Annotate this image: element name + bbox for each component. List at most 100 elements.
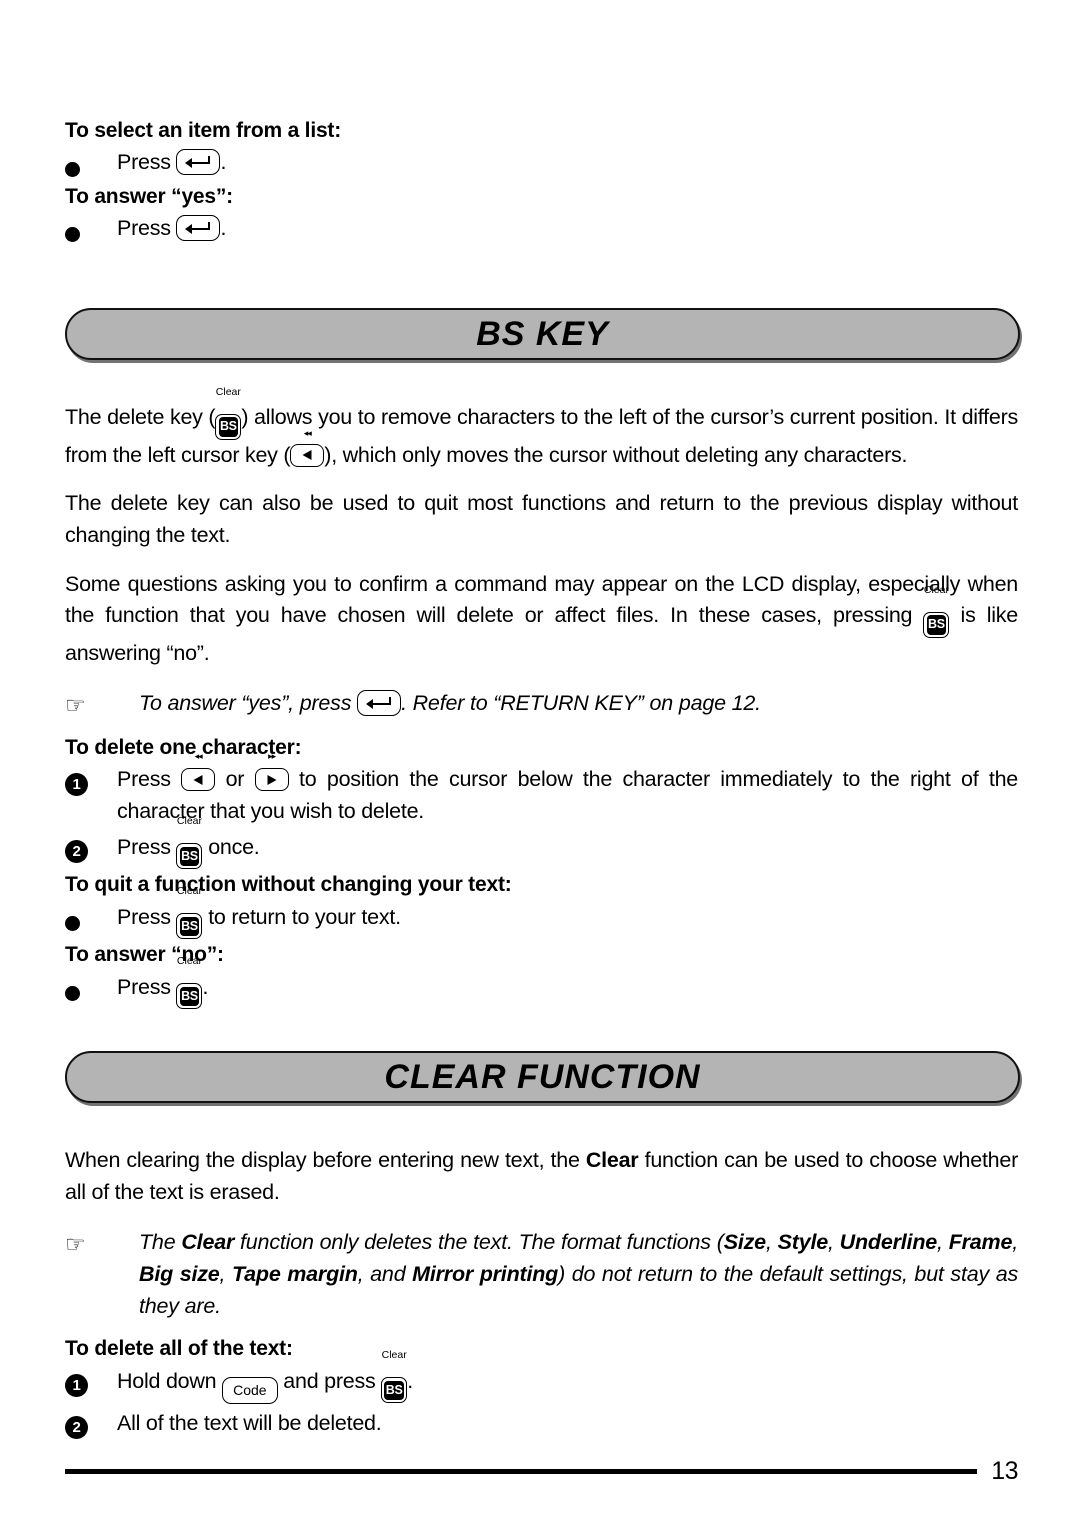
period: . [220, 215, 227, 240]
heading-select-item: To select an item from a list: [65, 119, 342, 142]
press-label: Press [117, 974, 171, 999]
footer-rule [65, 1469, 978, 1474]
paragraph-confirm-questions: Some questions asking you to confirm a c… [65, 569, 1018, 670]
step-number-badge: 2 [65, 840, 88, 864]
bullet-dot [65, 901, 117, 935]
manual-page: To select an item from a list: Press . T… [0, 0, 1080, 1534]
and-press-label: and press [283, 1368, 376, 1393]
bs-key-glyph: BS [218, 417, 239, 437]
left-cursor-key[interactable]: ◂◂ [181, 752, 216, 795]
left-triangle-icon [302, 450, 312, 461]
section-clear-function-body: When clearing the display before enterin… [65, 1145, 1018, 1440]
list-item-step-1: 1 Hold down Code and press Clear BS. [65, 1350, 1018, 1404]
term-style: Style [777, 1229, 829, 1254]
bs-key-cap-label: Clear [381, 1348, 407, 1361]
return-arrow-icon [185, 221, 211, 234]
bullet-item-select: Press . [65, 146, 1018, 180]
press-label: Press [117, 904, 171, 929]
press-label: Press [117, 767, 171, 792]
left-cursor-key-marks: ◂◂ [194, 751, 203, 762]
para-text-a: Some questions asking you to confirm a c… [65, 571, 1018, 628]
right-cursor-key[interactable]: ▸▸ [254, 752, 289, 795]
press-label: Press [117, 834, 171, 859]
bs-key[interactable]: Clear BS [176, 956, 203, 1010]
period: . [407, 1368, 413, 1393]
bs-key[interactable]: Clear BS [176, 816, 203, 870]
bs-key-glyph: BS [179, 846, 200, 867]
heading-delete-all-text: To delete all of the text: [65, 1337, 293, 1361]
left-cursor-key-cap [290, 443, 325, 467]
bs-key-cap: BS [923, 612, 950, 638]
note-text: The Clear function only deletes the text… [139, 1226, 1018, 1323]
step-number-badge: 2 [65, 1416, 88, 1440]
left-cursor-key[interactable]: ◂◂ [290, 428, 325, 472]
top-section: To select an item from a list: Press . T… [65, 118, 1018, 246]
clear-term: Clear [585, 1148, 639, 1173]
return-key[interactable] [176, 212, 221, 244]
return-key[interactable] [176, 146, 221, 178]
right-cursor-key-cap [254, 768, 289, 792]
note-t7: , [219, 1261, 232, 1286]
return-key-cap [176, 149, 221, 176]
section-banner-clear-function: CLEAR FUNCTION [65, 1051, 1020, 1104]
bs-key[interactable]: Clear BS [215, 387, 242, 440]
left-cursor-key-marks: ◂◂ [303, 427, 312, 438]
bs-key-cap-label: Clear [176, 954, 202, 967]
paragraph-quit-functions: The delete key can also be used to quit … [65, 491, 1018, 547]
return-key-cap [357, 689, 402, 716]
bullet-item-text: Press . [117, 146, 1018, 178]
bs-key-glyph: BS [179, 986, 200, 1007]
pointing-hand-icon: ☞ [65, 691, 86, 718]
note-t1: The [139, 1229, 182, 1254]
term-tape-margin: Tape margin [232, 1261, 358, 1286]
list-item-step-2: 2 All of the text will be deleted. [65, 1407, 1018, 1441]
press-label: Press [117, 150, 171, 175]
term-frame: Frame [948, 1229, 1013, 1254]
term-clear: Clear [181, 1229, 235, 1254]
bs-key-glyph: BS [926, 615, 947, 635]
step-text: Press ◂◂ or ▸▸ to position the cursor be… [117, 752, 1018, 828]
paragraph-clear-intro: When clearing the display before enterin… [65, 1145, 1018, 1208]
note-answer-yes: ☞ To answer “yes”, press . Refer to “RET… [65, 687, 1018, 721]
code-key[interactable]: Code [222, 1365, 278, 1404]
step-text: All of the text will be deleted. [117, 1410, 382, 1435]
page-footer: 13 [65, 1457, 1018, 1486]
bs-key[interactable]: Clear BS [176, 886, 203, 940]
hold-down-label: Hold down [117, 1368, 217, 1393]
bs-key-cap-label: Clear [215, 386, 241, 398]
bs-key-cap-label: Clear [176, 884, 202, 897]
heading-answer-no: To answer “no”: [65, 943, 224, 967]
bs-key-glyph: BS [384, 1380, 404, 1401]
press-label: Press [117, 215, 171, 240]
bs-key[interactable]: Clear BS [381, 1350, 408, 1404]
step-text-rest: to position the cursor below the charact… [117, 767, 1018, 824]
step-number: 1 [65, 1365, 117, 1399]
return-key-cap [176, 214, 221, 241]
para-text-a: The delete key ( [65, 405, 216, 429]
heading-quit-function: To quit a function without changing your… [65, 873, 512, 897]
paragraph-delete-key-intro: The delete key (Clear BS) allows you to r… [65, 387, 1018, 472]
section-banner-bs-key: BS KEY [65, 308, 1020, 360]
note-t4: , [828, 1229, 840, 1254]
pointing-hand-icon: ☞ [65, 1230, 86, 1257]
list-item-step-1: 1 Press ◂◂ or ▸▸ to position the cursor … [65, 752, 1018, 828]
bullet-text-rest: to return to your text. [208, 904, 401, 929]
section-banner-title: CLEAR FUNCTION [384, 1057, 701, 1096]
bullet-dot [65, 146, 117, 180]
period: . [220, 150, 227, 175]
bullet-item-text: Press Clear BS. [117, 956, 1018, 1010]
right-cursor-key-marks: ▸▸ [268, 751, 276, 762]
note-text-b: . Refer to “RETURN KEY” on page 12. [401, 690, 761, 715]
para-text-a: When clearing the display before enterin… [65, 1148, 586, 1173]
once-label: once. [208, 834, 260, 859]
note-t5: , [937, 1229, 949, 1254]
bullet-dot [65, 971, 117, 1005]
page-number: 13 [991, 1457, 1018, 1485]
right-triangle-icon [267, 774, 277, 785]
bs-key[interactable]: Clear BS [923, 585, 950, 638]
return-key[interactable] [357, 687, 402, 719]
term-mirror-printing: Mirror printing [412, 1261, 559, 1286]
heading-answer-yes: To answer “yes”: [65, 184, 233, 208]
term-size: Size [723, 1229, 766, 1254]
bs-key-cap: BS [381, 1377, 408, 1404]
